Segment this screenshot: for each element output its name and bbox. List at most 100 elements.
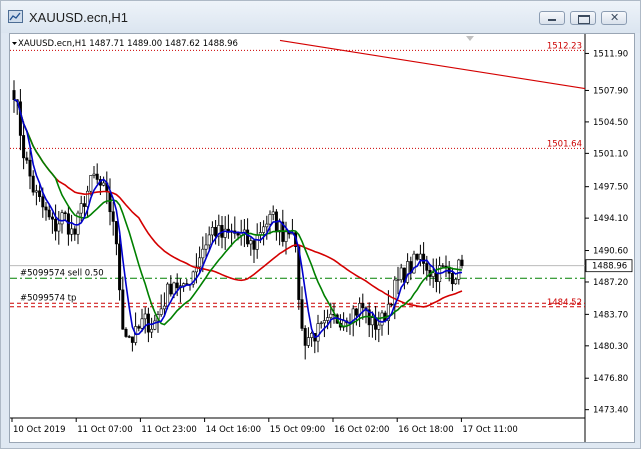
- candle-body: [284, 231, 288, 242]
- candle-body: [354, 308, 358, 316]
- price-tick-label: 1501.10: [593, 149, 628, 159]
- price-tick-label: 1490.60: [593, 247, 628, 257]
- candle-body: [418, 253, 422, 260]
- price-tick-label: 1476.80: [593, 374, 628, 384]
- candle-body: [265, 223, 269, 228]
- chart-area[interactable]: 1512.23 1501.64 1484.52 #5099574 sell 0.50 #…: [9, 33, 635, 443]
- candle-body: [31, 175, 35, 193]
- price-tick-label: 1511.90: [593, 49, 628, 59]
- candle-body: [207, 234, 211, 246]
- close-icon: ✕: [610, 11, 620, 24]
- candle-body: [322, 320, 326, 324]
- price-tick-label: 1483.70: [593, 310, 628, 320]
- candle-body: [146, 313, 150, 333]
- window-title: XAUUSD.ecn,H1: [29, 10, 128, 25]
- price-tick-label: 1494.10: [593, 214, 628, 224]
- candle-body: [361, 303, 365, 309]
- candle-body: [127, 336, 131, 338]
- candle-body: [92, 173, 96, 176]
- candle-body: [44, 206, 48, 211]
- candle-body: [70, 228, 74, 235]
- candle-body: [399, 267, 403, 281]
- candle-body: [95, 173, 99, 180]
- restore-button[interactable]: [570, 11, 596, 25]
- candle-body: [431, 272, 435, 277]
- order-label: #5099574 sell 0.50: [20, 268, 104, 278]
- candle-body: [54, 218, 58, 232]
- candle-body: [175, 282, 179, 289]
- candle-body: [310, 333, 314, 338]
- candle-body: [198, 257, 202, 268]
- time-label: 15 Oct 09:00: [270, 425, 325, 435]
- candle-body: [252, 240, 256, 250]
- candle-body: [460, 259, 464, 266]
- candle-body: [415, 253, 419, 260]
- candle-body: [434, 272, 438, 283]
- candle-body: [249, 240, 253, 245]
- candle-body: [246, 229, 250, 245]
- candle-body: [89, 175, 93, 192]
- candle-body: [303, 328, 307, 346]
- candle-body: [377, 324, 381, 330]
- candle-body: [22, 135, 26, 159]
- time-label: 16 Oct 02:00: [334, 425, 389, 435]
- price-tick-label: 1497.50: [593, 183, 628, 193]
- candle-body: [41, 196, 45, 208]
- candle-body: [28, 159, 32, 177]
- close-button[interactable]: ✕: [601, 11, 627, 25]
- candle-body: [12, 90, 16, 100]
- candle-body: [108, 191, 112, 213]
- candle-body: [114, 221, 118, 245]
- candle-body: [396, 279, 400, 281]
- candle-body: [306, 337, 310, 346]
- time-label: 17 Oct 11:00: [462, 425, 517, 435]
- candle-body: [38, 190, 42, 197]
- candle-body: [102, 182, 106, 186]
- chart-window: XAUUSD.ecn,H1 ✕ 1512.23 1501.64 1484.52 #50…: [0, 0, 641, 449]
- time-label: 11 Oct 07:00: [77, 425, 132, 435]
- candle-body: [73, 228, 77, 235]
- title-bar[interactable]: XAUUSD.ecn,H1 ✕: [1, 1, 640, 33]
- chart-window-icon: [8, 10, 23, 23]
- candle-body: [111, 211, 115, 222]
- order-label: #5099574 tp: [20, 293, 76, 303]
- candle-body: [25, 157, 29, 161]
- candle-body: [201, 248, 205, 259]
- candle-body: [370, 317, 374, 326]
- candle-body: [454, 279, 458, 285]
- candle-body: [390, 303, 394, 306]
- time-label: 11 Oct 23:00: [141, 425, 196, 435]
- candle-body: [162, 305, 166, 310]
- candle-body: [143, 313, 147, 320]
- candle-body: [262, 226, 266, 233]
- candle-body: [380, 312, 384, 326]
- candle-body: [319, 322, 323, 325]
- candle-body: [124, 328, 128, 337]
- candle-body: [236, 233, 240, 236]
- price-tick-label: 1473.40: [593, 406, 628, 416]
- candle-body: [137, 326, 141, 329]
- price-level-label: 1512.23: [547, 41, 582, 51]
- candle-body: [169, 283, 173, 295]
- candle-body: [326, 317, 330, 321]
- candle-body: [82, 203, 86, 207]
- price-tick-label: 1487.20: [593, 278, 628, 288]
- candle-body: [271, 211, 275, 215]
- candle-body: [441, 265, 445, 267]
- candle-body: [34, 190, 38, 193]
- candle-body: [329, 313, 333, 318]
- candle-body: [118, 243, 122, 291]
- candle-body: [406, 261, 410, 283]
- candle-body: [204, 244, 208, 250]
- minimize-button[interactable]: [539, 11, 565, 25]
- current-price-label: 1488.96: [592, 262, 627, 272]
- candle-body: [268, 214, 272, 225]
- candle-body: [79, 203, 83, 214]
- candle-body: [150, 328, 154, 333]
- price-chart[interactable]: 1512.231501.641484.52#5099574 sell 0.50#…: [10, 34, 634, 442]
- price-tick-label: 1504.50: [593, 118, 628, 128]
- candle-body: [450, 272, 454, 285]
- candle-body: [425, 263, 429, 271]
- chart-header-text: XAUUSD.ecn,H1 1487.71 1489.00 1487.62 14…: [18, 39, 238, 49]
- candle-body: [255, 234, 259, 250]
